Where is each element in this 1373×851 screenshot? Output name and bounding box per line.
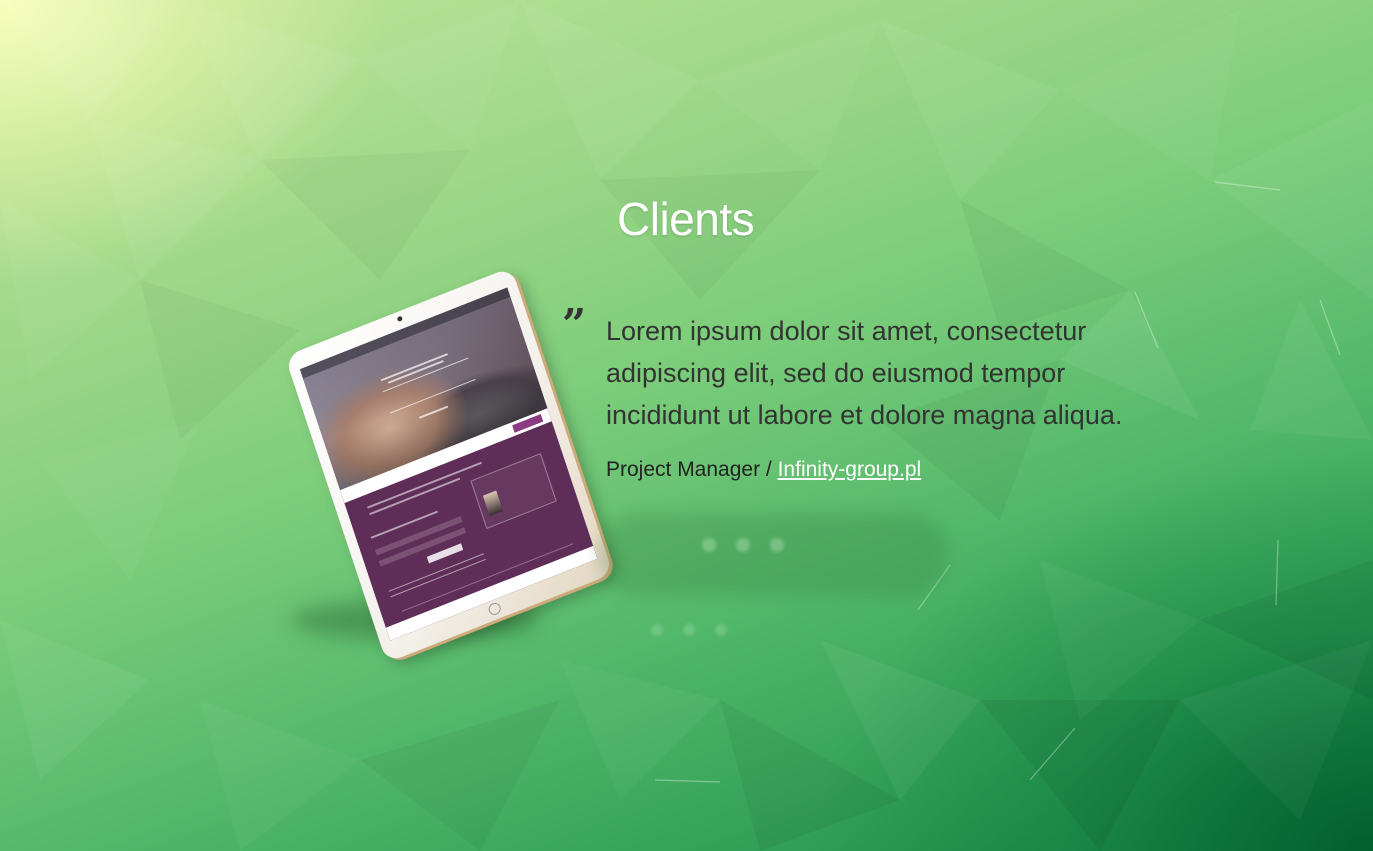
clients-section: Clients ” Lorem ipsum dolor sit amet, co… [0,0,1373,851]
screen-hero-button [419,405,449,419]
slider-dot-reflection [715,624,727,636]
slider-dot-reflection [683,624,695,636]
slider-dot[interactable] [702,538,716,552]
slider-dot[interactable] [736,538,750,552]
slider-dot-reflection [651,624,663,636]
section-title: Clients [617,193,755,245]
screen-form-button [426,543,464,564]
slider-dot[interactable] [770,538,784,552]
slider-pagination-dots-reflection [651,624,727,636]
testimonial-attribution: Project Manager / Infinity-group.pl [606,458,921,482]
blurred-slider-reflection [598,513,948,595]
screen-avatar [482,490,504,517]
testimonial-text: Lorem ipsum dolor sit amet, consectetur … [606,316,1123,430]
company-link[interactable]: Infinity-group.pl [778,458,922,481]
slider-pagination-dots [702,538,784,552]
screen-text-line [390,558,486,598]
closing-quote-icon: ” [562,300,587,349]
screen-contact-card [470,452,557,530]
attribution-role: Project Manager / [606,458,778,481]
